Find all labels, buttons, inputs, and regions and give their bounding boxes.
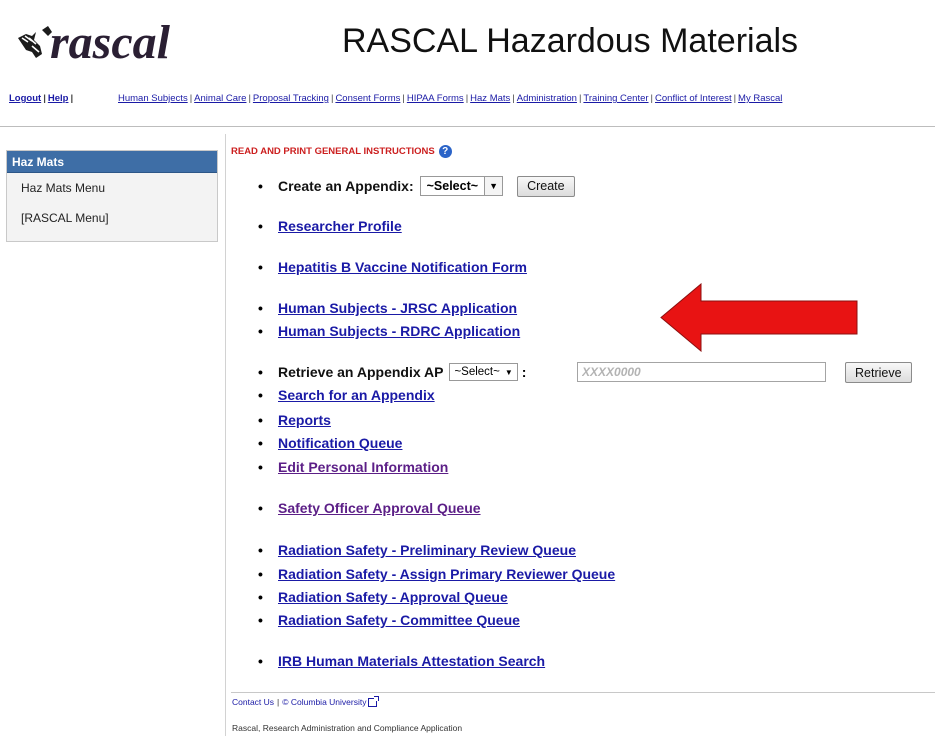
list-item: • Edit Personal Information [258,459,449,475]
list-item: • Radiation Safety - Preliminary Review … [258,542,576,558]
sidebar-item-rascal-menu[interactable]: [RASCAL Menu] [7,203,217,233]
retrieve-button[interactable]: Retrieve [845,362,912,383]
list-item: • Human Subjects - RDRC Application [258,323,521,339]
create-appendix-label: Create an Appendix: [278,178,414,194]
create-button[interactable]: Create [517,175,575,197]
sidebar-item-haz-mats-menu[interactable]: Haz Mats Menu [7,173,217,203]
sidebar-divider [225,134,226,736]
list-item: • Safety Officer Approval Queue [258,500,481,516]
nav-human-subjects[interactable]: Human Subjects [118,93,188,104]
chevron-down-icon: ▼ [484,177,503,195]
header-divider [0,126,935,127]
safety-officer-queue-link[interactable]: Safety Officer Approval Queue [278,500,481,516]
retrieve-type-select[interactable]: ~Select~ ▼ [449,363,518,381]
account-links: Logout | Help | [9,93,74,104]
nav-my-rascal[interactable]: My Rascal [738,93,782,104]
retrieve-appendix-row: • Retrieve an Appendix AP ~Select~ ▼ : [258,363,527,381]
footer-description: Rascal, Research Administration and Comp… [232,723,463,733]
logout-link[interactable]: Logout [9,93,41,104]
list-item: • Researcher Profile [258,218,402,234]
logo-wordmark: rascal [50,16,171,69]
list-item: • Hepatitis B Vaccine Notification Form [258,259,527,275]
footer-links: Contact Us | © Columbia University [232,695,380,707]
red-arrow-icon [660,283,858,352]
contact-us-link[interactable]: Contact Us [232,697,274,707]
hepatitis-b-form-link[interactable]: Hepatitis B Vaccine Notification Form [278,259,527,275]
instructions-label: READ AND PRINT GENERAL INSTRUCTIONS [231,146,435,157]
sidebar: Haz Mats Haz Mats Menu [RASCAL Menu] [6,150,218,242]
sidebar-header: Haz Mats [7,151,217,173]
list-item: • Radiation Safety - Assign Primary Revi… [258,566,616,582]
list-item: • Reports [258,412,331,428]
columbia-university-link[interactable]: © Columbia University [282,697,366,707]
nav-conflict-of-interest[interactable]: Conflict of Interest [655,93,732,104]
appendix-type-select[interactable]: ~Select~ ▼ [419,176,504,196]
reports-link[interactable]: Reports [278,412,331,428]
list-item: • Radiation Safety - Committee Queue [258,612,520,628]
appendix-type-value: ~Select~ [426,179,479,193]
nav-consent-forms[interactable]: Consent Forms [335,93,400,104]
list-item: • Search for an Appendix [258,387,435,403]
irb-attestation-search-link[interactable]: IRB Human Materials Attestation Search [278,653,545,669]
module-links: Human Subjects | Animal Care | Proposal Trac… [118,93,783,104]
jrsc-application-link[interactable]: Human Subjects - JRSC Application [278,300,517,316]
page-title: RASCAL Hazardous Materials [342,22,799,60]
create-appendix-row: • Create an Appendix: ~Select~ ▼ Create [258,175,575,197]
researcher-profile-link[interactable]: Researcher Profile [278,218,402,234]
rdrc-application-link[interactable]: Human Subjects - RDRC Application [278,323,520,339]
help-link[interactable]: Help [48,93,69,104]
notification-queue-link[interactable]: Notification Queue [278,435,402,451]
edit-personal-info-link[interactable]: Edit Personal Information [278,459,448,475]
list-item: • Radiation Safety - Approval Queue [258,589,508,605]
retrieve-colon: : [521,364,527,380]
nav-administration[interactable]: Administration [517,93,577,104]
external-link-icon [368,695,380,707]
nav-haz-mats[interactable]: Haz Mats [470,93,510,104]
list-item: • Human Subjects - JRSC Application [258,300,518,316]
list-item: • IRB Human Materials Attestation Search [258,653,546,669]
bullet: • [258,178,263,194]
rascal-logo: rascal [12,8,212,78]
zebra-mascot-icon [18,26,52,58]
instructions-link[interactable]: READ AND PRINT GENERAL INSTRUCTIONS ? [231,145,452,158]
list-item: • Notification Queue [258,435,403,451]
nav-proposal-tracking[interactable]: Proposal Tracking [253,93,329,104]
chevron-down-icon: ▼ [504,367,513,377]
nav-animal-care[interactable]: Animal Care [194,93,246,104]
help-icon[interactable]: ? [438,145,452,158]
top-navigation: Logout | Help | Human Subjects | Animal Care |… [9,93,935,107]
nav-hipaa-forms[interactable]: HIPAA Forms [407,93,464,104]
footer-divider [231,692,935,693]
rad-assign-reviewer-link[interactable]: Radiation Safety - Assign Primary Review… [278,566,615,582]
rad-approval-queue-link[interactable]: Radiation Safety - Approval Queue [278,589,508,605]
search-appendix-link[interactable]: Search for an Appendix [278,387,435,403]
rad-preliminary-review-link[interactable]: Radiation Safety - Preliminary Review Qu… [278,542,576,558]
appendix-number-input[interactable] [577,362,826,382]
nav-training-center[interactable]: Training Center [583,93,648,104]
retrieve-appendix-label: Retrieve an Appendix AP [278,364,444,380]
rad-committee-queue-link[interactable]: Radiation Safety - Committee Queue [278,612,520,628]
retrieve-type-value: ~Select~ [454,366,500,378]
